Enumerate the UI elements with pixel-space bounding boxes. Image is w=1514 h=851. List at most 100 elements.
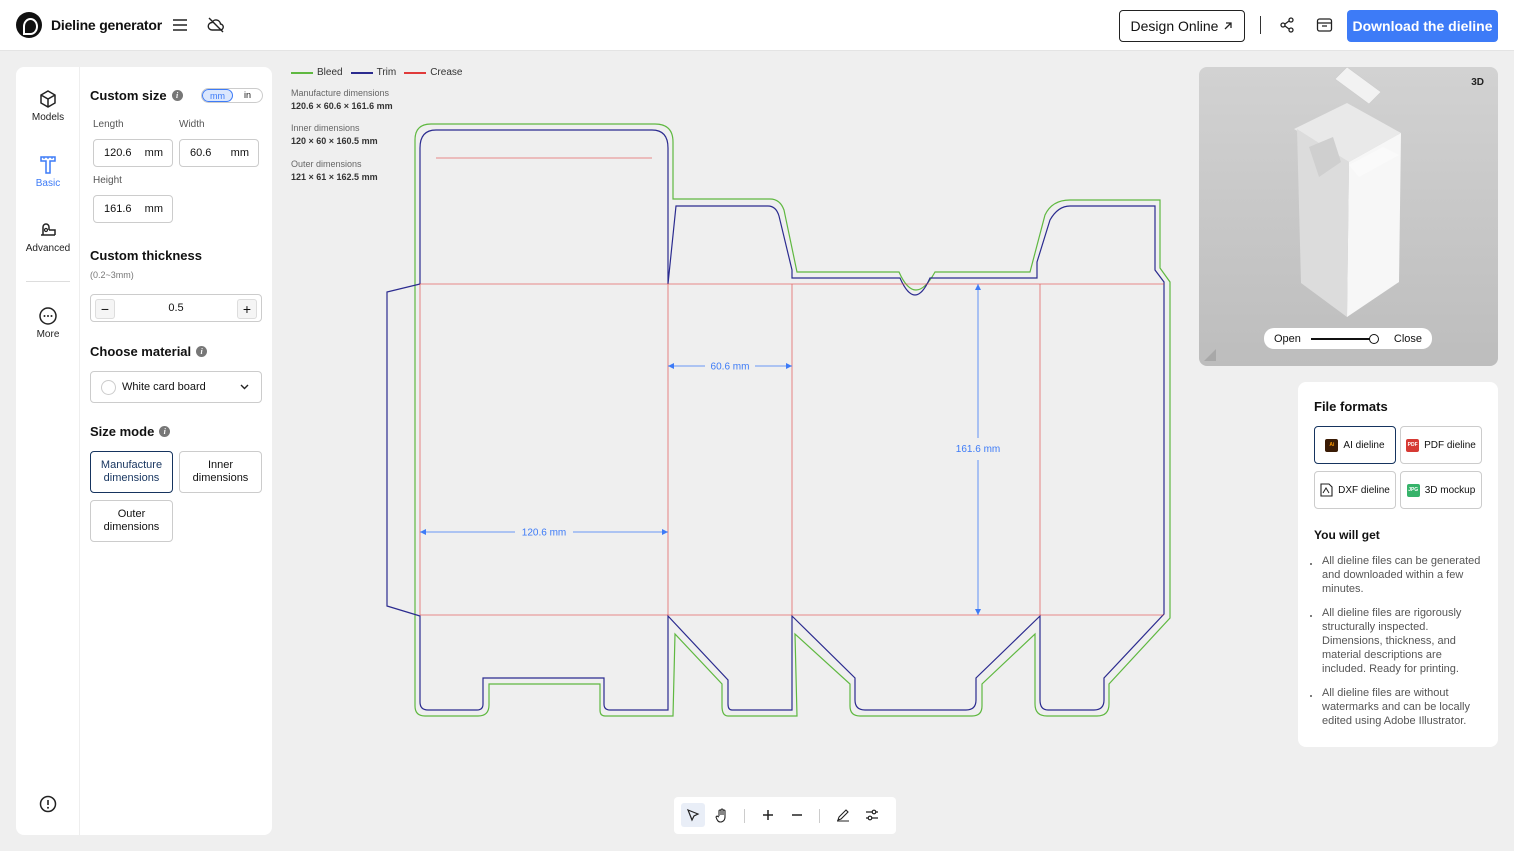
height-input[interactable]: 161.6 mm — [93, 195, 173, 223]
format-pdf-label: PDF dieline — [1424, 439, 1476, 451]
box-archive-icon[interactable] — [1314, 15, 1334, 35]
thickness-decrement-button[interactable]: − — [95, 299, 115, 319]
height-label: Height — [93, 175, 122, 186]
select-tool-icon[interactable] — [681, 803, 705, 827]
mode-outer-button[interactable]: Outer dimensions — [90, 500, 173, 542]
unit-mm-option[interactable]: mm — [202, 89, 233, 102]
mode-manufacture-button[interactable]: Manufacture dimensions — [90, 451, 173, 493]
toolbar-separator — [819, 809, 820, 823]
slider-open-label: Open — [1274, 332, 1301, 345]
zoom-out-icon[interactable] — [785, 803, 809, 827]
legend-trim-label: Trim — [376, 67, 397, 78]
line-legend: Bleed Trim Crease — [291, 67, 462, 78]
side-rail: Models Basic Advanced More — [16, 67, 80, 835]
width-label: Width — [179, 119, 205, 130]
rail-item-advanced[interactable]: Advanced — [16, 222, 80, 254]
width-unit: mm — [230, 147, 249, 159]
info-icon[interactable]: i — [196, 346, 208, 357]
external-link-icon — [1225, 22, 1233, 30]
open-close-slider[interactable]: Open Close — [1264, 328, 1432, 349]
cube-icon — [40, 90, 56, 108]
menu-icon[interactable] — [170, 15, 190, 35]
format-3d-mockup-button[interactable]: JPG 3D mockup — [1400, 471, 1482, 509]
dieline-height-label: 161.6 mm — [956, 444, 1000, 455]
format-ai-button[interactable]: Ai AI dieline — [1314, 426, 1396, 464]
cloud-off-icon[interactable] — [206, 15, 226, 35]
size-mode-title: Size mode — [90, 424, 155, 439]
info-icon[interactable]: i — [171, 90, 183, 101]
slider-knob[interactable] — [1369, 334, 1379, 344]
height-value: 161.6 — [104, 203, 132, 215]
material-select[interactable]: White card board — [90, 371, 262, 403]
inner-dimensions-label: Inner dimensions — [291, 123, 360, 133]
format-dxf-button[interactable]: DXF dieline — [1314, 471, 1396, 509]
settings-panel: Models Basic Advanced More Custom size i… — [16, 67, 272, 835]
rail-item-more[interactable]: More — [16, 306, 80, 340]
rail-label-more: More — [36, 329, 60, 340]
material-title: Choose material — [90, 344, 192, 359]
legend-bleed-label: Bleed — [317, 67, 343, 78]
dieline-canvas[interactable]: 60.6 mm 161.6 mm 120.6 mm — [380, 110, 1180, 730]
outer-dimensions-label: Outer dimensions — [291, 159, 362, 169]
adjust-sliders-icon[interactable] — [860, 803, 884, 827]
design-online-button[interactable]: Design Online — [1119, 10, 1245, 42]
chevron-down-icon — [240, 384, 249, 390]
info-alert-icon[interactable] — [39, 795, 57, 813]
material-heading: Choose material i — [90, 344, 208, 359]
crease-lines — [419, 157, 1164, 616]
3d-preview[interactable]: 3D Open Close — [1199, 67, 1498, 366]
rail-item-models[interactable]: Models — [16, 89, 80, 123]
trim-outline — [386, 129, 1165, 711]
slider-close-label: Close — [1393, 332, 1422, 345]
pen-edit-icon[interactable] — [831, 803, 855, 827]
advanced-shape-icon — [41, 223, 56, 236]
height-unit: mm — [144, 203, 163, 215]
width-value: 60.6 — [190, 147, 212, 159]
app-title: Dieline generator — [51, 17, 162, 33]
canvas-toolbar — [674, 797, 896, 834]
box-3d-model — [1294, 67, 1401, 317]
legend-bleed: Bleed — [291, 67, 343, 78]
resize-handle-icon[interactable] — [1202, 347, 1218, 363]
custom-size-heading: Custom size i — [90, 88, 183, 103]
format-ai-label: AI dieline — [1343, 439, 1385, 451]
thickness-increment-button[interactable]: + — [237, 299, 257, 319]
top-bar: Dieline generator Design Online Download… — [0, 0, 1514, 51]
share-icon[interactable] — [1277, 15, 1297, 35]
toolbar-divider — [1260, 16, 1261, 34]
width-input[interactable]: 60.6 mm — [179, 139, 259, 167]
info-icon[interactable]: i — [159, 426, 171, 437]
length-value: 120.6 — [104, 147, 132, 159]
custom-thickness-title: Custom thickness — [90, 248, 202, 263]
more-dots-icon — [39, 307, 57, 325]
unit-in-option[interactable]: in — [233, 89, 262, 102]
ruler-icon — [40, 156, 56, 174]
benefit-item: All dieline files are rigorously structu… — [1310, 606, 1486, 676]
rail-label-basic: Basic — [35, 178, 61, 189]
format-dxf-label: DXF dieline — [1338, 484, 1390, 496]
toolbar-separator — [744, 809, 745, 823]
format-3d-mockup-label: 3D mockup — [1424, 484, 1476, 496]
file-formats-title: File formats — [1314, 399, 1388, 414]
thickness-value[interactable]: 0.5 — [168, 302, 183, 314]
file-formats-panel: File formats Ai AI dieline PDF PDF dieli… — [1298, 382, 1498, 747]
mode-inner-button[interactable]: Inner dimensions — [179, 451, 262, 493]
rail-label-advanced: Advanced — [25, 243, 71, 254]
length-label: Length — [93, 119, 124, 130]
rail-item-basic[interactable]: Basic — [16, 155, 80, 189]
pdf-file-icon: PDF — [1406, 438, 1420, 452]
you-will-get-title: You will get — [1314, 528, 1380, 542]
unit-toggle: mm in — [201, 88, 263, 103]
length-input[interactable]: 120.6 mm — [93, 139, 173, 167]
logo-icon[interactable] — [16, 12, 42, 38]
hand-tool-icon[interactable] — [710, 803, 734, 827]
download-dieline-button[interactable]: Download the dieline — [1347, 10, 1498, 42]
manufacture-dimensions: Manufacture dimensions 120.6 × 60.6 × 16… — [291, 88, 431, 111]
format-pdf-button[interactable]: PDF PDF dieline — [1400, 426, 1482, 464]
benefit-item: All dieline files can be generated and d… — [1310, 554, 1486, 596]
manufacture-dimensions-label: Manufacture dimensions — [291, 88, 390, 98]
zoom-in-icon[interactable] — [756, 803, 780, 827]
3d-badge[interactable]: 3D — [1471, 77, 1484, 88]
thickness-range: (0.2~3mm) — [90, 270, 134, 280]
rail-divider — [26, 281, 70, 282]
